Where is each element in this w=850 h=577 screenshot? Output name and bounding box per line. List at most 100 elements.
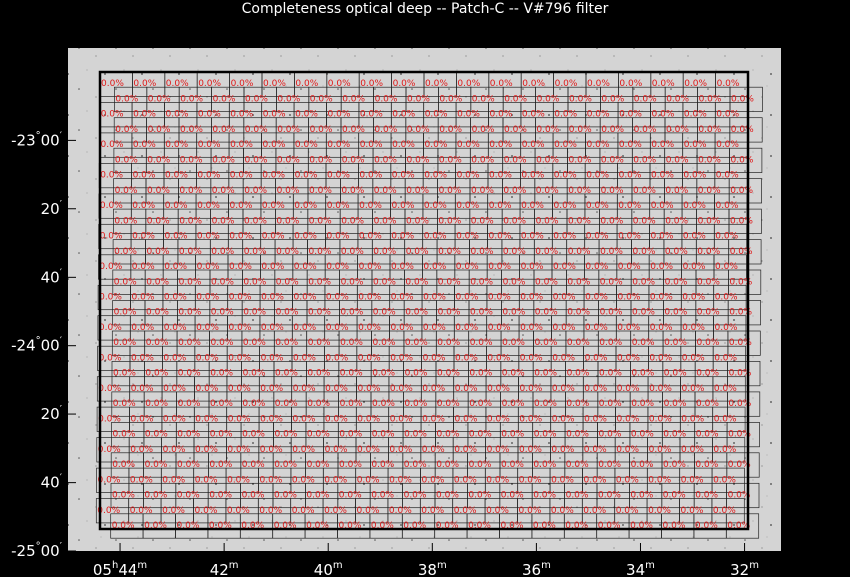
cell-completeness-label: 0.0% [212, 186, 235, 196]
y-tick-label: -24°00′ [11, 336, 63, 355]
cell-completeness-label: 0.0% [243, 338, 266, 348]
cell-completeness-label: 0.0% [439, 155, 462, 165]
cell-completeness-label: 0.0% [503, 216, 526, 226]
cell-completeness-label: 0.0% [468, 491, 491, 501]
cell-completeness-label: 0.0% [177, 491, 200, 501]
cell-completeness-label: 0.0% [133, 171, 156, 181]
cell-completeness-label: 0.0% [698, 155, 721, 165]
cell-completeness-label: 0.0% [425, 79, 448, 89]
cell-completeness-label: 0.0% [274, 460, 297, 470]
cell-completeness-label: 0.0% [438, 277, 461, 287]
cell-completeness-label: 0.0% [276, 247, 299, 257]
y-tick-label: 40′ [41, 473, 63, 492]
cell-completeness-label: 0.0% [292, 475, 315, 485]
cell-completeness-label: 0.0% [716, 140, 739, 150]
cell-completeness-label: 0.0% [536, 216, 559, 226]
cell-completeness-label: 0.0% [584, 475, 607, 485]
cell-completeness-label: 0.0% [713, 475, 736, 485]
cell-completeness-label: 0.0% [145, 430, 168, 440]
cell-completeness-label: 0.0% [437, 338, 460, 348]
cell-completeness-label: 0.0% [585, 293, 608, 303]
cell-completeness-label: 0.0% [455, 414, 478, 424]
cell-completeness-label: 0.0% [490, 79, 513, 89]
cell-completeness-label: 0.0% [634, 125, 657, 135]
cell-completeness-label: 0.0% [469, 430, 492, 440]
cell-completeness-label: 0.0% [716, 110, 739, 120]
cell-completeness-label: 0.0% [373, 277, 396, 287]
cell-completeness-label: 0.0% [132, 201, 155, 211]
cell-completeness-label: 0.0% [502, 338, 525, 348]
y-tick-label: 20′ [41, 199, 63, 218]
cell-completeness-label: 0.0% [536, 186, 559, 196]
cell-completeness-label: 0.0% [339, 430, 362, 440]
cell-completeness-label: 0.0% [293, 384, 316, 394]
cell-completeness-label: 0.0% [422, 414, 445, 424]
cell-completeness-label: 0.0% [228, 384, 251, 394]
cell-completeness-label: 0.0% [324, 475, 347, 485]
cell-completeness-label: 0.0% [424, 232, 447, 242]
cell-completeness-label: 0.0% [683, 262, 706, 272]
cell-completeness-label: 0.0% [663, 491, 686, 501]
cell-completeness-label: 0.0% [197, 232, 220, 242]
cell-completeness-label: 0.0% [651, 201, 674, 211]
cell-completeness-label: 0.0% [470, 277, 493, 287]
cell-completeness-label: 0.0% [469, 369, 492, 379]
cell-completeness-label: 0.0% [131, 323, 154, 333]
cell-completeness-label: 0.0% [553, 323, 576, 333]
cell-completeness-label: 0.0% [293, 414, 316, 424]
cell-completeness-label: 0.0% [131, 384, 154, 394]
cell-completeness-label: 0.0% [716, 201, 739, 211]
cell-completeness-label: 0.0% [730, 186, 753, 196]
cell-completeness-label: 0.0% [554, 171, 577, 181]
cell-completeness-label: 0.0% [681, 445, 704, 455]
cell-completeness-label: 0.0% [327, 171, 350, 181]
cell-completeness-label: 0.0% [196, 293, 219, 303]
cell-completeness-label: 0.0% [696, 369, 719, 379]
cell-completeness-label: 0.0% [697, 277, 720, 287]
cell-completeness-label: 0.0% [293, 353, 316, 363]
cell-completeness-label: 0.0% [309, 155, 332, 165]
cell-completeness-label: 0.0% [165, 232, 188, 242]
cell-completeness-label: 0.0% [599, 369, 622, 379]
cell-completeness-label: 0.0% [666, 125, 689, 135]
cell-completeness-label: 0.0% [340, 338, 363, 348]
cell-completeness-label: 0.0% [664, 308, 687, 318]
cell-completeness-label: 0.0% [713, 506, 736, 516]
cell-completeness-label: 0.0% [472, 125, 495, 135]
cell-completeness-label: 0.0% [294, 232, 317, 242]
cell-completeness-label: 0.0% [651, 140, 674, 150]
cell-completeness-label: 0.0% [697, 247, 720, 257]
cell-completeness-label: 0.0% [569, 155, 592, 165]
cell-completeness-label: 0.0% [599, 399, 622, 409]
cell-completeness-label: 0.0% [585, 353, 608, 363]
cell-completeness-label: 0.0% [634, 95, 657, 105]
cell-completeness-label: 0.0% [437, 430, 460, 440]
x-tick-label: 32m [730, 560, 759, 577]
cell-completeness-label: 0.0% [715, 262, 738, 272]
cell-completeness-label: 0.0% [357, 445, 380, 455]
cell-completeness-label: 0.0% [422, 475, 445, 485]
cell-completeness-label: 0.0% [342, 125, 365, 135]
cell-completeness-label: 0.0% [695, 491, 718, 501]
cell-completeness-label: 0.0% [652, 110, 675, 120]
cell-completeness-label: 0.0% [358, 323, 381, 333]
cell-completeness-label: 0.0% [663, 430, 686, 440]
cell-completeness-label: 0.0% [98, 445, 121, 455]
cell-completeness-label: 0.0% [294, 293, 317, 303]
cell-completeness-label: 0.0% [101, 140, 124, 150]
cell-completeness-label: 0.0% [292, 506, 315, 516]
cell-completeness-label: 0.0% [455, 323, 478, 333]
cell-completeness-label: 0.0% [585, 323, 608, 333]
cell-completeness-label: 0.0% [227, 445, 250, 455]
x-tick-label: 38m [418, 560, 447, 577]
cell-completeness-label: 0.0% [163, 353, 186, 363]
cell-completeness-label: 0.0% [275, 369, 298, 379]
cell-completeness-label: 0.0% [130, 506, 153, 516]
cell-completeness-label: 0.0% [262, 171, 285, 181]
cell-completeness-label: 0.0% [209, 460, 232, 470]
cell-completeness-label: 0.0% [327, 140, 350, 150]
cell-completeness-label: 0.0% [145, 369, 168, 379]
cell-completeness-label: 0.0% [295, 110, 318, 120]
cell-completeness-label: 0.0% [292, 445, 315, 455]
cell-completeness-label: 0.0% [227, 475, 250, 485]
